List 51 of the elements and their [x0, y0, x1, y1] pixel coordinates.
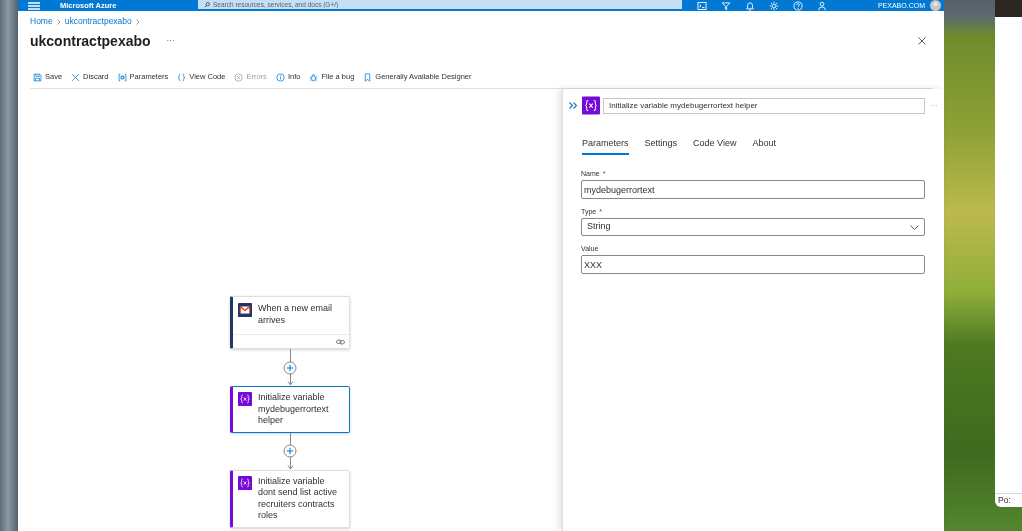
node-title: Initialize variable dont send list active recruiters contracts roles — [258, 475, 339, 522]
add-step-button[interactable] — [283, 444, 297, 458]
photo-placeholder — [995, 0, 1022, 17]
x-icon — [71, 72, 81, 82]
close-icon[interactable] — [918, 37, 926, 45]
input-field[interactable]: XXX — [581, 255, 925, 274]
braces-icon — [177, 72, 187, 82]
tab[interactable]: Settings — [644, 138, 678, 155]
input-field[interactable]: mydebugerrortext — [581, 180, 925, 199]
menu-icon[interactable] — [28, 1, 40, 10]
chevron-down-icon — [910, 224, 919, 230]
avatar-icon[interactable] — [930, 0, 941, 11]
add-step-button[interactable] — [283, 361, 297, 374]
workflow-node[interactable]: Initialize variable dont send list active recruiters contracts roles — [230, 469, 350, 528]
info-icon — [275, 72, 285, 82]
page-title: ukcontractpexabo — [30, 32, 151, 51]
title-input[interactable]: Initialize variable mydebugerrortext helper — [603, 97, 925, 114]
node-title: When a new email arrives — [258, 303, 334, 326]
tab[interactable]: About — [752, 138, 776, 155]
tab[interactable]: Parameters — [582, 138, 629, 155]
workflow-node[interactable]: Initialize variable mydebugerrortext helper — [230, 386, 350, 433]
bookmark-icon — [363, 72, 373, 82]
tab[interactable]: Code View — [693, 138, 737, 155]
chevron-icon — [56, 18, 61, 25]
footer-text: Po: — [995, 493, 1022, 507]
help-icon[interactable] — [793, 0, 803, 11]
gear-icon[interactable] — [769, 0, 779, 11]
plus-icon — [286, 364, 294, 371]
breadcrumb-link[interactable]: ukcontractpexabo — [64, 16, 132, 27]
x-braces-icon — [238, 475, 252, 490]
link-icon — [336, 338, 345, 345]
mail-icon — [238, 303, 252, 317]
circle-x-icon — [234, 72, 244, 82]
more-options[interactable]: ··· — [166, 36, 175, 46]
plus-icon — [286, 447, 294, 455]
bell-icon[interactable] — [745, 0, 755, 11]
bug-icon — [309, 72, 319, 82]
node-title: Initialize variable mydebugerrortext helper — [258, 392, 330, 427]
person-icon[interactable] — [817, 0, 827, 11]
chevron-icon — [135, 18, 140, 25]
filter-icon[interactable] — [721, 0, 731, 11]
brackets-icon — [117, 72, 127, 82]
type-select[interactable]: String — [581, 218, 925, 236]
x-braces-icon — [582, 96, 600, 115]
terminal-icon[interactable] — [697, 0, 707, 11]
save-icon — [33, 72, 42, 82]
workflow-node[interactable]: When a new email arrives — [230, 296, 350, 349]
search-icon — [204, 1, 210, 8]
x-braces-icon — [238, 392, 252, 406]
breadcrumb-link[interactable]: Home — [30, 16, 53, 27]
double-chevron-icon[interactable] — [569, 102, 577, 109]
